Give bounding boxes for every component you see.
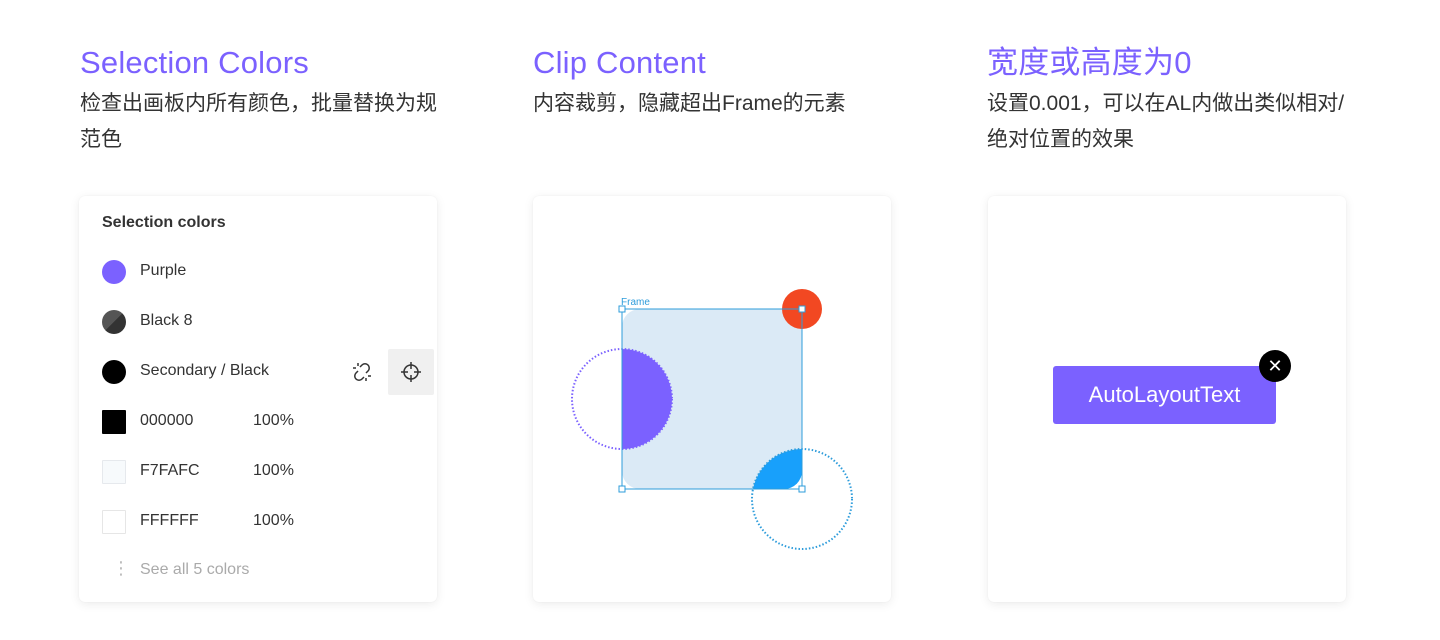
zero-size-card: AutoLayoutText ✕ bbox=[988, 196, 1346, 602]
color-swatch[interactable] bbox=[102, 410, 126, 434]
clip-content-illustration: Frame bbox=[571, 289, 853, 550]
color-row[interactable]: 000000 100% bbox=[102, 407, 422, 437]
select-matching-layers-button[interactable] bbox=[388, 349, 434, 395]
section-description: 设置0.001，可以在AL内做出类似相对/绝对位置的效果 bbox=[987, 92, 1345, 151]
clip-content-card: Frame bbox=[533, 196, 891, 602]
target-icon bbox=[401, 362, 421, 382]
section-title: Clip Content bbox=[533, 45, 706, 80]
frame-label: Frame bbox=[621, 297, 650, 308]
see-all-colors-link[interactable]: ⋮ See all 5 colors bbox=[102, 558, 402, 582]
color-opacity[interactable]: 100% bbox=[253, 462, 294, 480]
style-name: Secondary / Black bbox=[140, 362, 269, 379]
color-swatch[interactable] bbox=[102, 260, 126, 284]
color-opacity[interactable]: 100% bbox=[253, 512, 294, 530]
section-title: 宽度或高度为0 bbox=[987, 45, 1192, 80]
column-selection-colors: Selection Colors 检查出画板内所有颜色，批量替换为规范色 bbox=[80, 44, 460, 158]
section-title: Selection Colors bbox=[80, 45, 309, 80]
section-description: 内容裁剪，隐藏超出Frame的元素 bbox=[533, 92, 846, 115]
color-row[interactable]: FFFFFF 100% bbox=[102, 507, 422, 537]
style-row-black-8[interactable]: Black 8 bbox=[102, 307, 422, 337]
color-row[interactable]: F7FAFC 100% bbox=[102, 457, 422, 487]
style-row-purple[interactable]: Purple bbox=[102, 257, 422, 287]
detach-link-icon bbox=[353, 363, 371, 381]
resize-handle bbox=[798, 305, 806, 313]
style-name: Purple bbox=[140, 262, 187, 279]
see-all-label: See all 5 colors bbox=[140, 561, 250, 578]
resize-handle bbox=[618, 485, 626, 493]
section-description: 检查出画板内所有颜色，批量替换为规范色 bbox=[80, 92, 437, 151]
color-swatch[interactable] bbox=[102, 510, 126, 534]
color-swatch[interactable] bbox=[102, 460, 126, 484]
autolayout-text-box: AutoLayoutText bbox=[1053, 366, 1276, 424]
more-icon: ⋮ bbox=[112, 558, 130, 578]
color-hex[interactable]: FFFFFF bbox=[140, 512, 199, 530]
column-zero-size: 宽度或高度为0 设置0.001，可以在AL内做出类似相对/绝对位置的效果 bbox=[987, 44, 1367, 158]
color-opacity[interactable]: 100% bbox=[253, 412, 294, 430]
panel-title: Selection colors bbox=[102, 214, 226, 231]
column-clip-content: Clip Content 内容裁剪，隐藏超出Frame的元素 bbox=[533, 44, 913, 122]
detach-style-button[interactable] bbox=[339, 349, 385, 395]
resize-handle bbox=[798, 485, 806, 493]
style-name: Black 8 bbox=[140, 312, 193, 329]
color-swatch[interactable] bbox=[102, 310, 126, 334]
color-hex[interactable]: F7FAFC bbox=[140, 462, 200, 480]
selection-colors-panel: Selection colors Purple Black 8 Secondar… bbox=[79, 196, 437, 602]
color-hex[interactable]: 000000 bbox=[140, 412, 193, 430]
close-icon: ✕ bbox=[1259, 350, 1291, 382]
color-swatch[interactable] bbox=[102, 360, 126, 384]
